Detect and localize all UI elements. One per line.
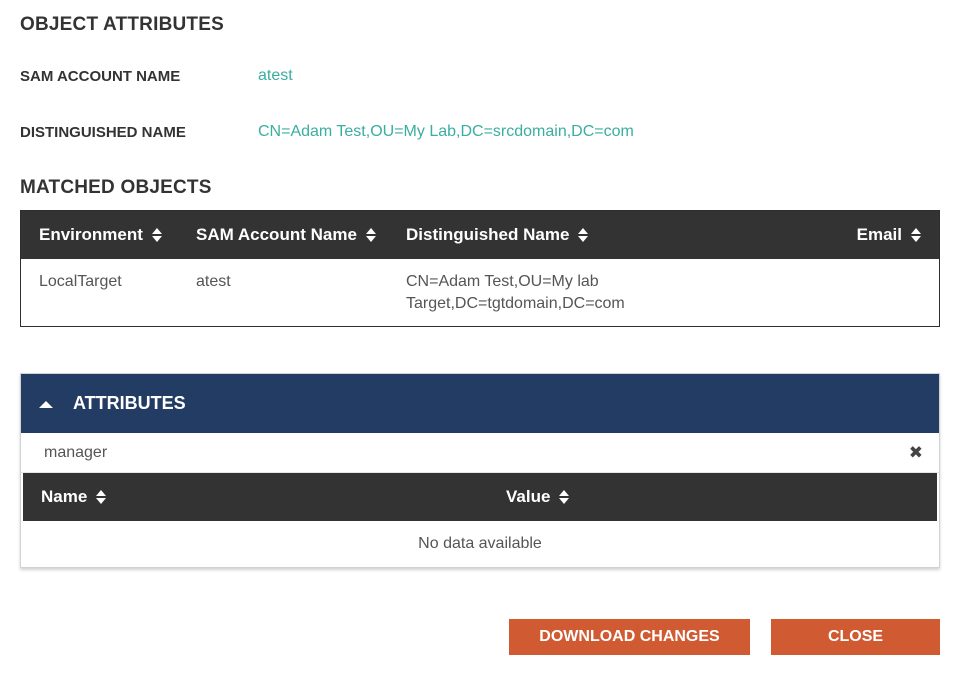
attribute-filter: ✖: [21, 433, 939, 473]
column-label: Name: [41, 487, 88, 506]
column-header-name[interactable]: Name: [41, 473, 107, 521]
distinguished-name-value: CN=Adam Test,OU=My Lab,DC=srcdomain,DC=c…: [258, 123, 634, 140]
cell-environment: LocalTarget: [39, 273, 122, 290]
sort-icon: [559, 489, 570, 505]
attributes-panel-header[interactable]: ATTRIBUTES: [21, 374, 939, 433]
column-header-value[interactable]: Value: [506, 473, 570, 521]
sort-icon: [578, 227, 589, 243]
column-header-email[interactable]: Email: [857, 211, 921, 259]
sort-icon: [365, 227, 376, 243]
column-label: Value: [506, 487, 551, 506]
column-header-sam-account-name[interactable]: SAM Account Name: [196, 211, 376, 259]
attributes-table-header: Name Value: [23, 473, 937, 521]
sort-icon: [911, 227, 921, 243]
column-label: Environment: [39, 225, 143, 244]
empty-state-text: No data available: [418, 535, 542, 552]
attribute-search-input[interactable]: [23, 433, 893, 473]
sam-account-name-label: SAM ACCOUNT NAME: [20, 68, 181, 85]
close-button[interactable]: CLOSE: [771, 619, 940, 655]
close-icon[interactable]: ✖: [909, 444, 923, 461]
column-label: Distinguished Name: [406, 225, 570, 244]
sam-account-name-value: atest: [258, 67, 293, 84]
cell-distinguished-name: CN=Adam Test,OU=My lab Target,DC=tgtdoma…: [406, 271, 625, 315]
table-row[interactable]: LocalTarget atest CN=Adam Test,OU=My lab…: [21, 259, 939, 326]
column-header-distinguished-name[interactable]: Distinguished Name: [406, 211, 589, 259]
object-attributes-title: OBJECT ATTRIBUTES: [20, 14, 224, 35]
matched-objects-table: Environment SAM Account Name Distinguish…: [20, 210, 940, 327]
column-label: SAM Account Name: [196, 225, 357, 244]
column-header-environment[interactable]: Environment: [39, 211, 162, 259]
distinguished-name-label: DISTINGUISHED NAME: [20, 124, 186, 141]
sort-icon: [96, 489, 107, 505]
matched-objects-title: MATCHED OBJECTS: [20, 177, 212, 198]
matched-objects-header: Environment SAM Account Name Distinguish…: [21, 211, 939, 259]
cell-sam-account-name: atest: [196, 273, 231, 290]
dn-line: CN=Adam Test,OU=My lab: [406, 273, 599, 290]
column-label: Email: [856, 225, 902, 244]
dn-line: Target,DC=tgtdomain,DC=com: [406, 295, 625, 312]
download-changes-button[interactable]: DOWNLOAD CHANGES: [509, 619, 750, 655]
attributes-panel: ATTRIBUTES ✖ Name Value No data availabl…: [20, 373, 940, 568]
collapse-caret-icon[interactable]: [39, 401, 53, 408]
sort-icon: [151, 227, 162, 243]
attributes-panel-title: ATTRIBUTES: [73, 393, 186, 413]
